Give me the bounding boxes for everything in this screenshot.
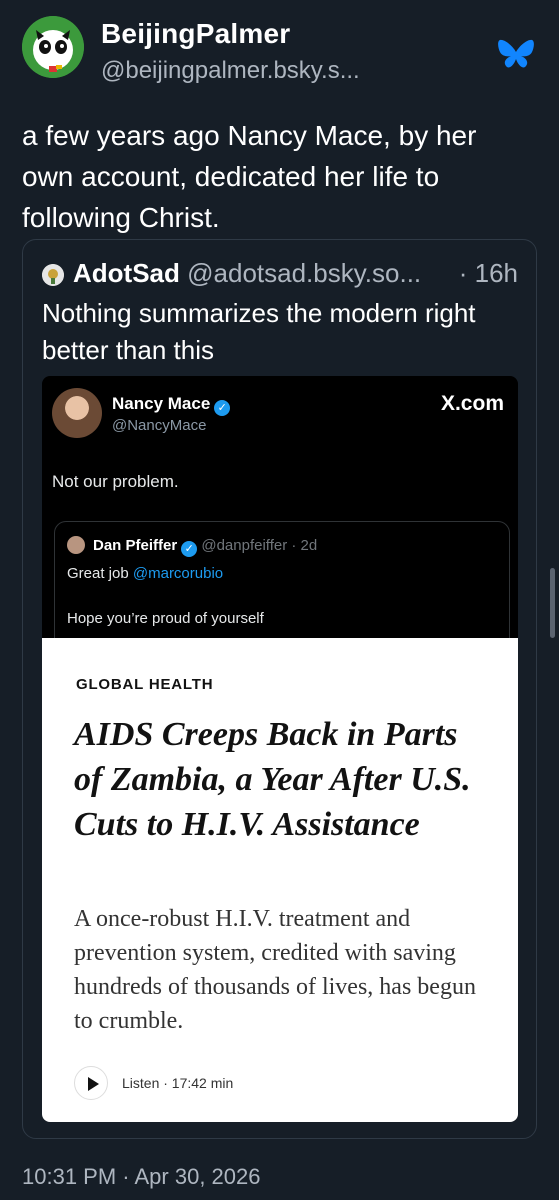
article-section: GLOBAL HEALTH: [76, 676, 214, 693]
quoted-post-card[interactable]: AdotSad @adotsad.bsky.so... · 16h Nothin…: [22, 239, 537, 1139]
author-avatar[interactable]: [22, 16, 84, 78]
article-headline: AIDS Creeps Back in Parts of Zambia, a Y…: [74, 716, 471, 843]
quote-header: AdotSad @adotsad.bsky.so...: [73, 258, 421, 289]
screenshot-text: Not our problem.: [52, 472, 179, 491]
cartoon-avatar-icon: [22, 16, 84, 78]
screenshot-author-name: Nancy Mace ✓: [112, 394, 231, 416]
listen-duration: Listen · 17:42 min: [122, 1075, 234, 1091]
source-watermark: X.com: [440, 392, 504, 415]
inner-author-handle: @danpfeiffer · 2d: [201, 537, 318, 554]
screenshot-author-handle: @NancyMace: [112, 417, 207, 434]
quote-time: · 16h: [458, 258, 518, 288]
bluesky-butterfly-icon[interactable]: [497, 37, 535, 71]
article-summary: A once-robust H.I.V. treatment and preve…: [74, 906, 476, 1034]
mention-link: @marcorubio: [132, 565, 224, 582]
verified-badge-icon: ✓: [214, 400, 231, 416]
quote-author-name[interactable]: AdotSad: [73, 258, 180, 288]
nancy-mace-avatar: [52, 388, 102, 438]
quote-text: Nothing summarizes the modern right bett…: [42, 298, 476, 365]
scrollbar[interactable]: [550, 568, 555, 638]
inner-tweet-line1: Great job @marcorubio: [67, 565, 223, 582]
screenshot-author-name-text: Nancy Mace: [112, 394, 211, 413]
author-name[interactable]: BeijingPalmer: [101, 18, 290, 50]
inner-author-name: Dan Pfeiffer: [93, 537, 178, 554]
play-icon: [74, 1066, 108, 1100]
news-article-card: GLOBAL HEALTH AIDS Creeps Back in Parts …: [42, 638, 518, 1122]
author-handle[interactable]: @beijingpalmer.bsky.s...: [101, 57, 360, 85]
dan-pfeiffer-avatar: [67, 536, 85, 554]
quote-author-handle[interactable]: @adotsad.bsky.so...: [187, 258, 421, 288]
embedded-screenshot-image[interactable]: Nancy Mace ✓ @NancyMace X.com Not our pro…: [42, 376, 518, 1122]
verified-badge-icon: ✓: [181, 541, 198, 557]
inner-line1-prefix: Great job: [67, 565, 133, 582]
inner-tweet-line2: Hope you’re proud of yourself: [67, 610, 264, 627]
post: BeijingPalmer @beijingpalmer.bsky.s... a…: [0, 0, 559, 1200]
quote-author-avatar[interactable]: [42, 264, 64, 286]
inner-tweet-header: Dan Pfeiffer ✓ @danpfeiffer · 2d: [93, 537, 317, 557]
post-text: a few years ago Nancy Mace, by her own a…: [22, 120, 477, 233]
cartoon-avatar-icon: [42, 264, 64, 286]
post-timestamp: 10:31 PM · Apr 30, 2026: [22, 1164, 261, 1189]
